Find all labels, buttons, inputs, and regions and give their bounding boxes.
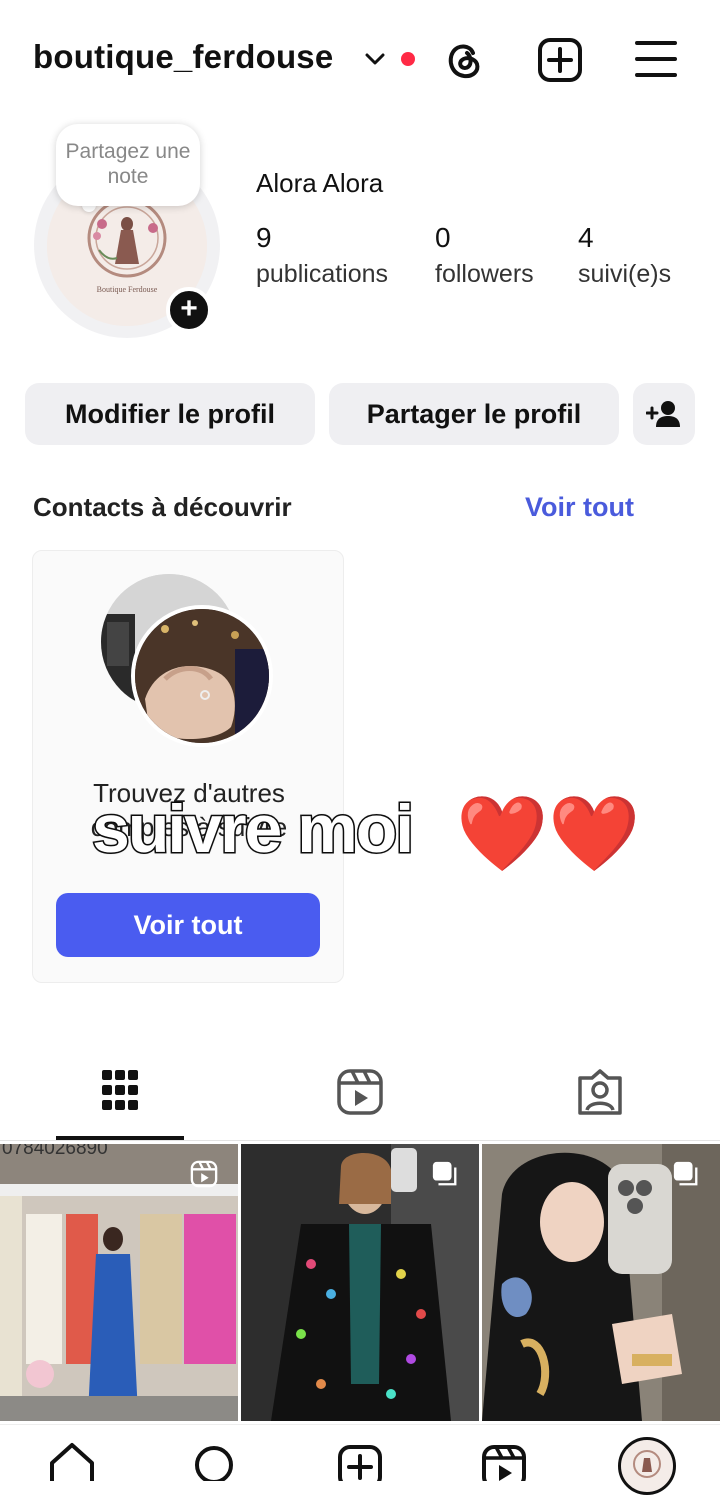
profile-avatar-icon: [633, 1450, 661, 1478]
add-person-icon: [646, 401, 680, 427]
carousel-icon: [673, 1161, 698, 1186]
share-profile-button[interactable]: Partager le profil: [329, 383, 619, 445]
reels-tab-icon[interactable]: [336, 1068, 384, 1116]
discover-people-button[interactable]: [633, 383, 695, 445]
post-thumbnail[interactable]: [241, 1144, 479, 1421]
profile-username[interactable]: boutique_ferdouse: [33, 38, 333, 76]
home-icon[interactable]: [48, 1441, 96, 1481]
overlay-caption: suivre moi: [90, 790, 415, 869]
see-all-link[interactable]: Voir tout: [525, 492, 634, 523]
avatar-logo-text: Boutique Ferdouse: [97, 285, 158, 294]
post-thumbnail[interactable]: 0784026890: [0, 1144, 238, 1421]
profile-avatar[interactable]: [618, 1437, 676, 1495]
create-icon[interactable]: [336, 1443, 384, 1481]
post-thumbnail[interactable]: [482, 1144, 720, 1421]
share-note-bubble[interactable]: Partagez une note: [56, 124, 200, 206]
hamburger-menu-icon[interactable]: [634, 38, 678, 82]
reels-icon[interactable]: [480, 1443, 528, 1481]
discover-people-title: Contacts à découvrir: [33, 492, 292, 522]
posts-label[interactable]: publications: [256, 260, 388, 289]
posts-count[interactable]: 9: [256, 222, 272, 254]
search-icon[interactable]: [192, 1443, 240, 1481]
followers-label[interactable]: followers: [435, 260, 534, 289]
carousel-icon: [432, 1161, 457, 1186]
tagged-icon[interactable]: [576, 1068, 624, 1116]
suggested-avatar-front: [131, 605, 273, 747]
grid-icon[interactable]: [100, 1068, 140, 1114]
discover-see-all-button[interactable]: Voir tout: [56, 893, 320, 957]
post-caption-overlay: 0784026890: [2, 1144, 108, 1159]
chevron-down-icon[interactable]: [362, 46, 388, 72]
threads-icon[interactable]: [440, 36, 488, 84]
reel-icon: [190, 1160, 218, 1188]
add-story-button[interactable]: +: [166, 287, 212, 333]
tab-divider: [0, 1140, 720, 1141]
following-label[interactable]: suivi(e)s: [578, 260, 671, 289]
bottom-navigation: [0, 1424, 720, 1495]
create-post-icon[interactable]: [536, 36, 584, 84]
heart-emoji: ❤️❤️: [456, 792, 641, 875]
edit-profile-button[interactable]: Modifier le profil: [25, 383, 315, 445]
notification-dot: [401, 52, 415, 66]
following-count[interactable]: 4: [578, 222, 594, 254]
followers-count[interactable]: 0: [435, 222, 451, 254]
display-name: Alora Alora: [256, 168, 384, 198]
